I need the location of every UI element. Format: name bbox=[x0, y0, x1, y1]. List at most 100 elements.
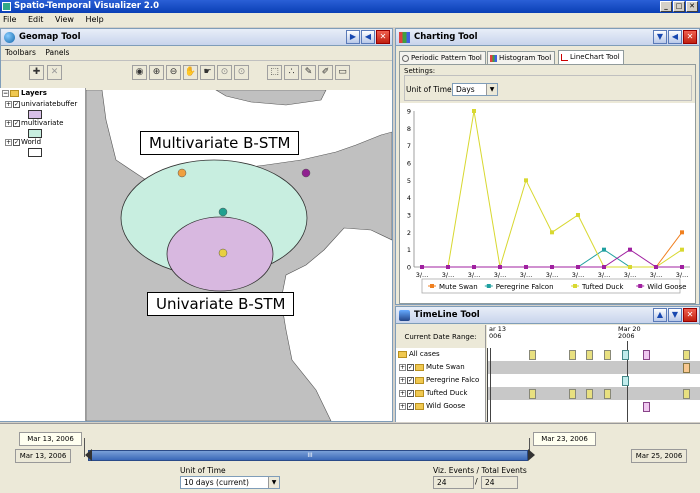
collapse-up-button[interactable]: ▲ bbox=[653, 308, 667, 322]
slider-left-handle-icon[interactable] bbox=[85, 449, 92, 461]
add-layer-icon[interactable]: ✚ bbox=[29, 65, 44, 80]
point-purple bbox=[301, 168, 311, 178]
legend-marker bbox=[486, 284, 491, 288]
event-marker[interactable] bbox=[586, 389, 593, 399]
x-tick-label: 3/... bbox=[624, 271, 637, 279]
layer-checkbox[interactable]: ✓ bbox=[13, 138, 20, 146]
zoom-in-icon[interactable]: ⊕ bbox=[149, 65, 164, 80]
layer-checkbox[interactable]: ✓ bbox=[13, 119, 20, 127]
remove-layer-icon[interactable]: ✕ bbox=[47, 65, 62, 80]
histogram-icon bbox=[490, 55, 497, 62]
zoom-extent-icon[interactable]: ⊙ bbox=[217, 65, 232, 80]
x-tick-label: 3/... bbox=[598, 271, 611, 279]
timeline-date-a: ar 13 006 bbox=[489, 325, 506, 340]
tree-peregrine-falcon[interactable]: + ✓ Peregrine Falco bbox=[399, 374, 487, 387]
start-date-top: Mar 13, 2006 bbox=[19, 432, 82, 446]
menu-file[interactable]: File bbox=[3, 15, 16, 24]
layer-multivariate[interactable]: + ✓ multivariate bbox=[5, 119, 64, 127]
data-point bbox=[602, 247, 606, 252]
event-marker[interactable] bbox=[622, 376, 629, 386]
layer-univariatebuffer[interactable]: + ✓ univariatebuffer bbox=[5, 100, 77, 108]
event-marker[interactable] bbox=[529, 350, 536, 360]
menu-edit[interactable]: Edit bbox=[28, 15, 44, 24]
timeline-start-line bbox=[487, 348, 488, 422]
collapse-button[interactable]: ▼ bbox=[653, 30, 667, 44]
legend-label: Peregrine Falcon bbox=[496, 283, 554, 291]
bottom-unit-label: Unit of Time bbox=[180, 466, 226, 475]
timeline-panel: TimeLine Tool ▲ ▼ ✕ Current Date Range: … bbox=[395, 306, 700, 422]
zoom-layer-icon[interactable]: ⊙ bbox=[234, 65, 249, 80]
bottom-unit-select[interactable]: 10 days (current) ▼ bbox=[180, 476, 280, 489]
tab-periodic-pattern[interactable]: Periodic Pattern Tool bbox=[399, 51, 486, 64]
close-geomap-button[interactable]: ✕ bbox=[376, 30, 390, 44]
identify-icon[interactable]: ☛ bbox=[200, 65, 215, 80]
window-icon[interactable]: ▭ bbox=[335, 65, 350, 80]
menu-view[interactable]: View bbox=[55, 15, 74, 24]
unit-select[interactable]: Days ▼ bbox=[452, 83, 498, 96]
x-tick-label: 3/... bbox=[546, 271, 559, 279]
play-button[interactable]: ▶ bbox=[346, 30, 360, 44]
highlighter-icon[interactable]: ✐ bbox=[318, 65, 333, 80]
event-marker[interactable] bbox=[569, 389, 576, 399]
event-marker[interactable] bbox=[643, 402, 650, 412]
back-button[interactable]: ◀ bbox=[361, 30, 375, 44]
pan-hand-icon[interactable]: ✋ bbox=[183, 65, 198, 80]
timeline-icon bbox=[399, 310, 410, 321]
minimize-button[interactable]: _ bbox=[660, 1, 672, 12]
app-icon bbox=[2, 2, 11, 11]
close-window-button[interactable]: ✕ bbox=[686, 1, 698, 12]
chevron-down-icon: ▼ bbox=[268, 477, 279, 488]
series-line-wild-goose bbox=[422, 249, 682, 268]
globe-tool-icon[interactable]: ◉ bbox=[132, 65, 147, 80]
menu-toolbars[interactable]: Toolbars bbox=[5, 48, 36, 57]
menu-help[interactable]: Help bbox=[86, 15, 104, 24]
slider-grip-icon[interactable]: III bbox=[300, 450, 320, 461]
tree-tufted-duck[interactable]: + ✓ Tufted Duck bbox=[399, 387, 487, 400]
zoom-out-icon[interactable]: ⊖ bbox=[166, 65, 181, 80]
geomap-title: Geomap Tool bbox=[19, 32, 81, 42]
tab-histogram[interactable]: Histogram Tool bbox=[487, 51, 556, 64]
select-rect-icon[interactable]: ⬚ bbox=[267, 65, 282, 80]
timeline-tree: All cases + ✓ Mute Swan + ✓ Peregrine Falco … bbox=[396, 348, 486, 422]
layer-swatch-world bbox=[28, 148, 42, 157]
slider-right-handle-icon[interactable] bbox=[528, 449, 535, 461]
event-marker[interactable] bbox=[683, 389, 690, 399]
map-canvas[interactable]: Multivariate B-STM Univariate B-STM bbox=[86, 90, 392, 421]
close-timeline-button[interactable]: ✕ bbox=[683, 308, 697, 322]
tab-linechart[interactable]: LineChart Tool bbox=[558, 50, 624, 64]
timeline-start-line bbox=[490, 348, 491, 422]
event-marker[interactable] bbox=[683, 350, 690, 360]
layer-swatch-univariate bbox=[28, 110, 42, 119]
layer-world[interactable]: + ✓ World bbox=[5, 138, 41, 146]
event-marker[interactable] bbox=[604, 389, 611, 399]
collapse-button[interactable]: ▼ bbox=[668, 308, 682, 322]
select-points-icon[interactable]: ∴ bbox=[284, 65, 299, 80]
back-button[interactable]: ◀ bbox=[668, 30, 682, 44]
x-tick-label: 3/... bbox=[572, 271, 585, 279]
event-marker[interactable] bbox=[683, 363, 690, 373]
pencil-icon[interactable]: ✎ bbox=[301, 65, 316, 80]
timeline-canvas[interactable]: ar 13 006 Mar 20 2006 bbox=[487, 325, 700, 422]
event-marker[interactable] bbox=[569, 350, 576, 360]
tree-all-cases[interactable]: All cases bbox=[398, 348, 486, 361]
chart-icon bbox=[399, 32, 410, 43]
tree-wild-goose[interactable]: + ✓ Wild Goose bbox=[399, 400, 487, 413]
legend-marker bbox=[573, 284, 577, 288]
data-point bbox=[680, 247, 684, 252]
layer-checkbox[interactable]: ✓ bbox=[13, 100, 20, 108]
settings-label: Settings: bbox=[404, 67, 436, 75]
event-marker[interactable] bbox=[586, 350, 593, 360]
event-marker[interactable] bbox=[643, 350, 650, 360]
label-multivariate: Multivariate B-STM bbox=[140, 131, 300, 155]
globe-icon bbox=[4, 32, 15, 43]
x-tick-label: 3/... bbox=[494, 271, 507, 279]
event-marker[interactable] bbox=[529, 389, 536, 399]
tree-mute-swan[interactable]: + ✓ Mute Swan bbox=[399, 361, 487, 374]
event-marker[interactable] bbox=[604, 350, 611, 360]
maximize-button[interactable]: □ bbox=[673, 1, 685, 12]
menu-panels[interactable]: Panels bbox=[45, 48, 69, 57]
event-marker[interactable] bbox=[622, 350, 629, 360]
legend-marker bbox=[430, 284, 434, 288]
end-date-bottom: Mar 25, 2006 bbox=[631, 449, 687, 463]
close-charting-button[interactable]: ✕ bbox=[683, 30, 697, 44]
